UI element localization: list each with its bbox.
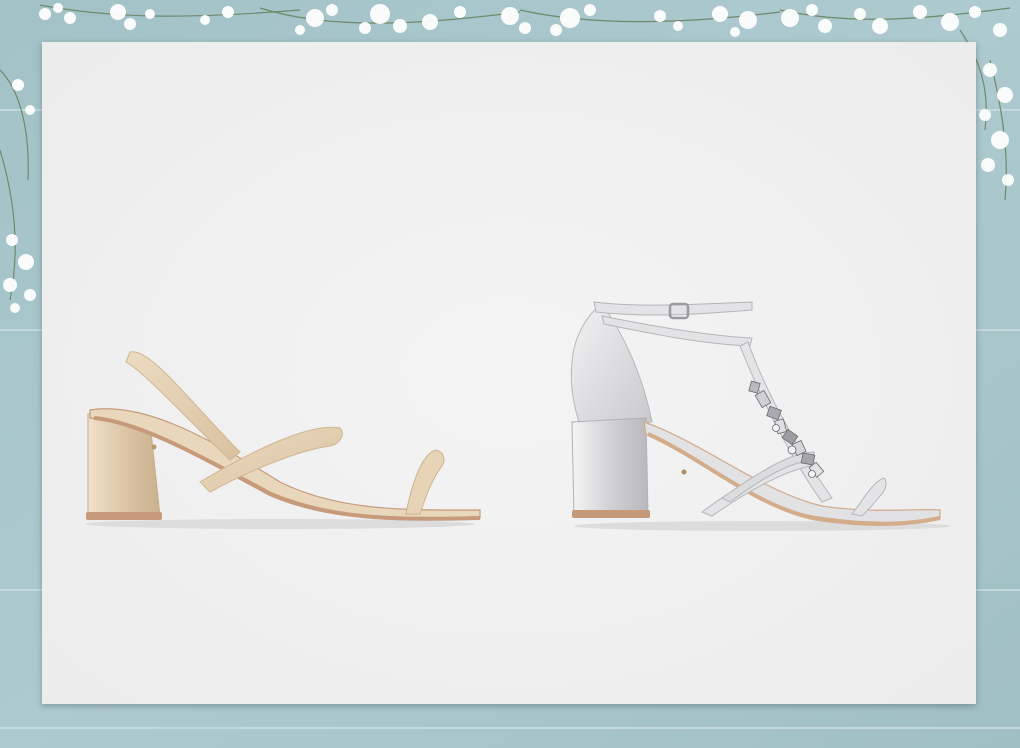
- product-comparison-image: [0, 0, 1020, 748]
- silver-sandal-image: [570, 301, 950, 531]
- heel: [571, 417, 649, 517]
- gold-sandal-image: [85, 351, 481, 529]
- product-card: [42, 42, 976, 704]
- toe-strap: [405, 449, 445, 515]
